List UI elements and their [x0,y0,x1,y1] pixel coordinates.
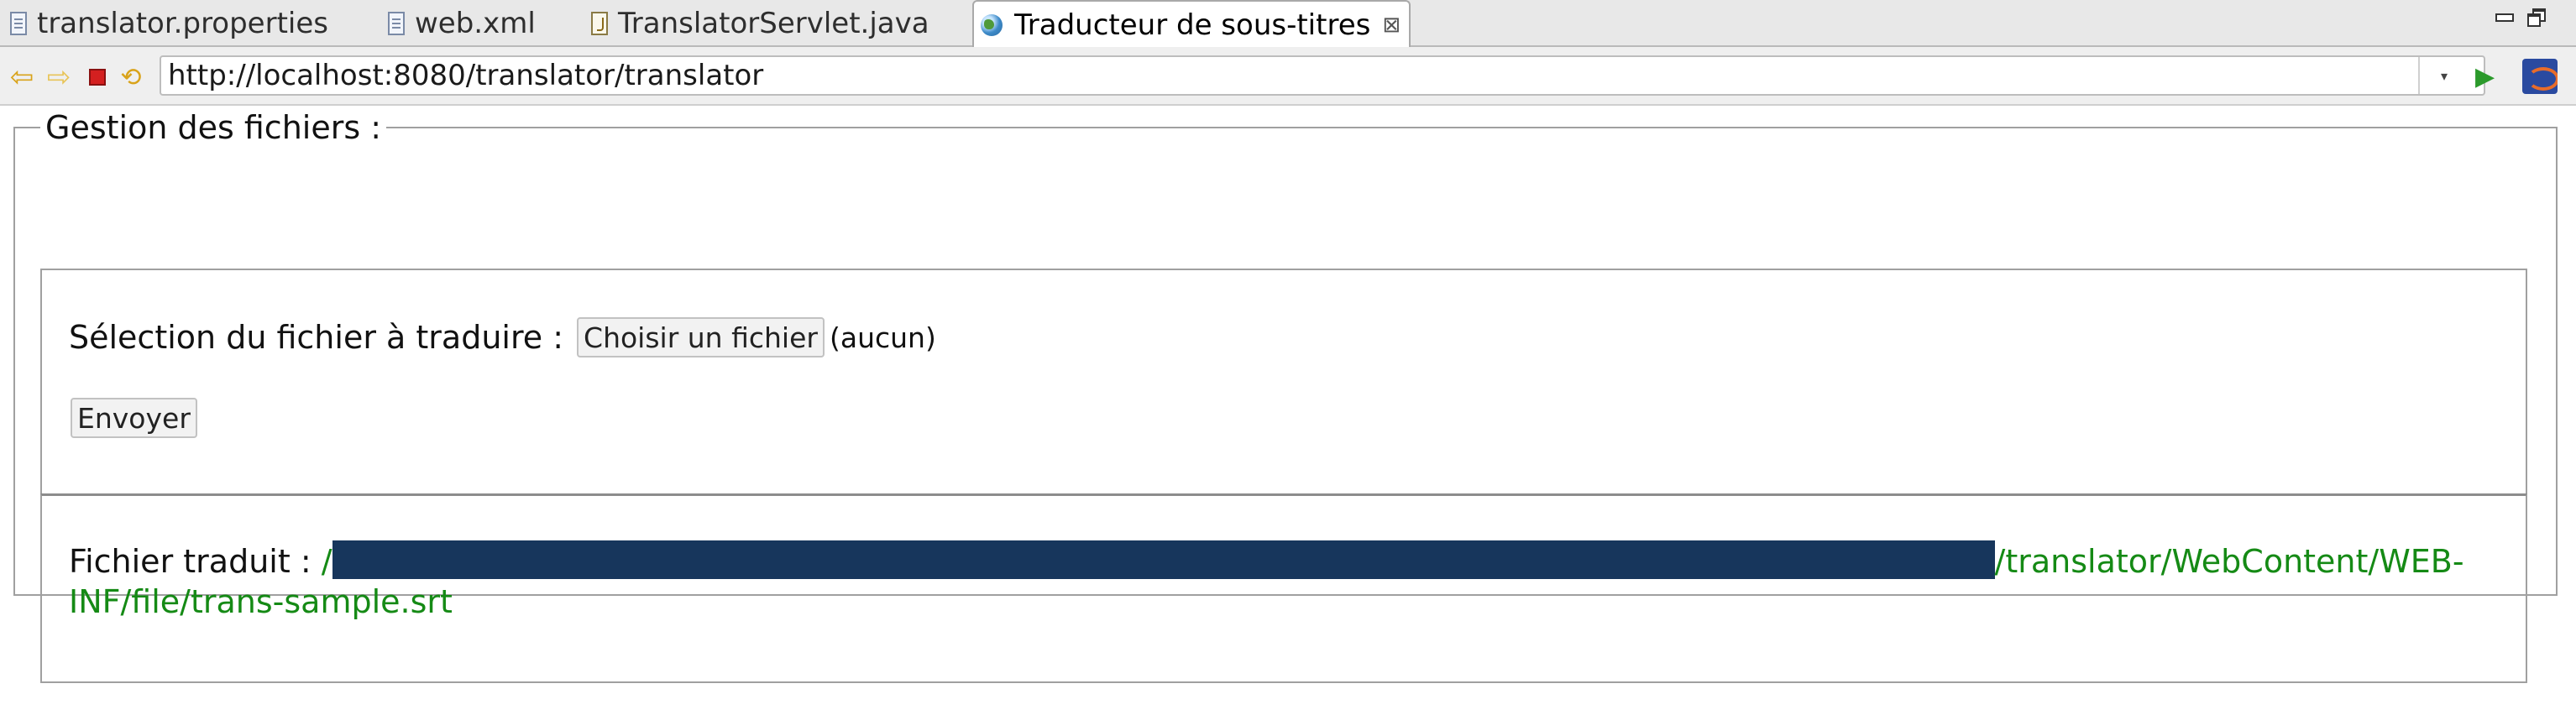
submit-button[interactable]: Envoyer [71,398,197,438]
properties-file-icon [10,12,27,35]
tab-translator-properties[interactable]: translator.properties [10,0,328,47]
tab-translator-servlet-java[interactable]: TranslatorServlet.java [591,0,929,47]
file-selection-row: Sélection du fichier à traduire : Choisi… [69,317,936,358]
browser-toolbar: ⇦ ⇨ ⟲ http://localhost:8080/translator/t… [0,47,2576,106]
tab-label: web.xml [415,7,536,40]
choose-file-button[interactable]: Choisir un fichier [577,317,825,358]
forward-arrow-icon: ⇨ [46,60,71,94]
minimize-icon[interactable] [2494,8,2514,23]
url-input[interactable]: http://localhost:8080/translator/transla… [160,55,2485,96]
globe-icon [981,14,1003,36]
close-tab-icon[interactable]: ⊠ [1382,13,1401,38]
restore-icon[interactable] [2527,8,2547,27]
upload-form-box [40,269,2527,495]
back-arrow-icon: ⇦ [9,60,34,94]
refresh-button[interactable]: ⟲ [118,62,144,92]
result-path-root: / [321,543,332,580]
stop-icon [89,69,106,86]
result-label: Fichier traduit : [69,543,312,580]
forward-button[interactable]: ⇨ [45,60,72,94]
editor-tab-bar: translator.properties web.xml Translator… [0,0,2576,49]
stop-button[interactable] [84,64,111,91]
java-file-icon [591,12,608,35]
open-external-browser-icon[interactable] [2522,59,2558,94]
tab-web-xml[interactable]: web.xml [388,0,536,47]
selected-file-name: (aucun) [829,321,936,354]
url-history-dropdown[interactable]: ▾ [2418,57,2469,94]
tab-label: translator.properties [37,7,328,40]
back-button[interactable]: ⇦ [8,60,35,94]
page-content: Gestion des fichiers : Sélection du fich… [0,107,2576,715]
translated-file-result: Fichier traduit : //translator/WebConten… [69,540,2504,622]
tab-label: TranslatorServlet.java [618,7,929,40]
tab-traducteur-de-sous-titres[interactable]: Traducteur de sous-titres ⊠ [972,0,1411,49]
fieldset-legend: Gestion des fichiers : [45,109,382,146]
play-icon: ▶ [2475,62,2495,91]
redacted-path-segment [332,540,1995,579]
go-button[interactable]: ▶ [2475,64,2495,91]
tab-label: Traducteur de sous-titres [1014,8,1371,42]
file-selection-label: Sélection du fichier à traduire : [69,319,564,356]
chevron-down-icon: ▾ [2440,67,2448,84]
xml-file-icon [388,12,405,35]
refresh-icon: ⟲ [120,62,142,92]
